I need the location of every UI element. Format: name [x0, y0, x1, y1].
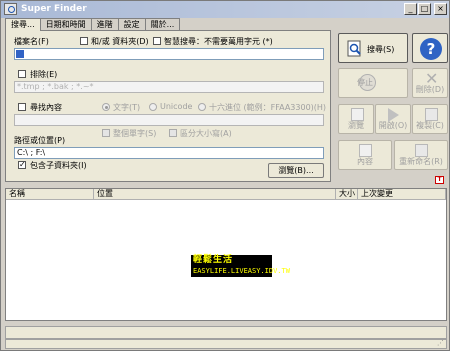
browse-result-label: 瀏覽 — [348, 121, 364, 130]
tab-search[interactable]: 搜尋... — [5, 18, 41, 31]
title-bar: Super Finder _ □ × — [1, 1, 449, 18]
tab-date-time[interactable]: 日期和時間 — [39, 18, 92, 30]
rename-button[interactable]: 重新命名(R) — [394, 140, 448, 170]
smart-search-label: 智慧搜尋：不需要萬用字元 (*) — [164, 37, 273, 46]
help-button[interactable]: ? — [412, 33, 448, 63]
delete-button-label: 刪除(D) — [415, 85, 445, 94]
browse-result-button[interactable]: 瀏覽 — [338, 104, 374, 134]
folders-checkbox[interactable] — [80, 37, 88, 45]
status-bar — [5, 326, 447, 339]
filename-input[interactable] — [14, 48, 324, 60]
column-header-modified[interactable]: 上次變更 — [358, 189, 446, 200]
watermark-url: EASYLIFE.LIVEASY.IDV.TW — [193, 267, 290, 275]
status-bar-secondary: ⋰ — [5, 339, 447, 349]
search-button[interactable]: 搜尋(S) — [338, 33, 408, 63]
close-button[interactable]: × — [434, 3, 447, 15]
minimize-button[interactable]: _ — [404, 3, 417, 15]
open-button[interactable]: 開啟(O) — [375, 104, 411, 134]
content-input[interactable] — [14, 114, 324, 126]
app-icon — [4, 3, 17, 15]
results-list[interactable]: 名稱 位置 大小 上次變更 輕鬆生活 EASYLIFE.LIVEASY.IDV.… — [5, 188, 447, 321]
column-header-name[interactable]: 名稱 — [6, 189, 94, 200]
folders-label: 和/或 資料夾(D) — [91, 37, 149, 46]
find-content-label: 尋找內容 — [30, 103, 62, 112]
browse-path-button[interactable]: 瀏覽(B)... — [268, 163, 324, 178]
font-toggle-icon[interactable]: T — [435, 176, 444, 184]
case-sensitive-label: 區分大小寫(A) — [180, 129, 232, 138]
stop-button[interactable]: 停止 — [338, 68, 408, 98]
case-sensitive-checkbox[interactable] — [169, 129, 177, 137]
unicode-radio[interactable] — [149, 103, 157, 111]
search-icon — [347, 40, 361, 57]
text-cursor-marker — [16, 50, 24, 58]
whole-word-label: 整個單字(S) — [113, 129, 157, 138]
column-header-size[interactable]: 大小 — [336, 189, 358, 200]
hex-radio-label: 十六進位 (範例：FFAA3300)(H) — [209, 103, 327, 112]
copy-button-label: 複製(C) — [416, 121, 444, 130]
delete-button[interactable]: ✕ 刪除(D) — [412, 68, 448, 98]
maximize-button[interactable]: □ — [418, 3, 431, 15]
tab-settings[interactable]: 設定 — [117, 18, 146, 30]
tab-advanced[interactable]: 進階 — [90, 18, 119, 30]
column-header-location[interactable]: 位置 — [94, 189, 336, 200]
main-window: Super Finder _ □ × 搜尋... 日期和時間 進階 設定 關於.… — [0, 0, 450, 351]
search-button-label: 搜尋(S) — [367, 45, 395, 54]
find-content-checkbox[interactable] — [18, 103, 26, 111]
watermark-logo: 輕鬆生活 EASYLIFE.LIVEASY.IDV.TW — [191, 255, 290, 277]
filename-label: 檔案名(F) — [14, 37, 49, 46]
exclude-label: 排除(E) — [30, 70, 58, 79]
unicode-radio-label: Unicode — [160, 102, 193, 111]
exclude-checkbox[interactable] — [18, 70, 26, 78]
open-button-label: 開啟(O) — [378, 121, 408, 130]
window-title: Super Finder — [21, 4, 87, 14]
resize-grip-icon[interactable]: ⋰ — [437, 339, 444, 347]
rename-button-label: 重新命名(R) — [399, 157, 443, 166]
smart-search-checkbox[interactable] — [153, 37, 161, 45]
whole-word-checkbox[interactable] — [102, 129, 110, 137]
text-radio[interactable] — [102, 103, 110, 111]
hex-radio[interactable] — [198, 103, 206, 111]
path-label: 路徑或位置(P) — [14, 136, 66, 145]
properties-button-label: 內容 — [357, 157, 373, 166]
subfolders-label: 包含子資料夾(I) — [30, 161, 87, 170]
search-panel: 檔案名(F) 和/或 資料夾(D) 智慧搜尋：不需要萬用字元 (*) 排除(E)… — [5, 30, 331, 182]
properties-button[interactable]: 內容 — [338, 140, 392, 170]
exclude-input[interactable]: *.tmp ; *.bak ; *.~* — [14, 81, 324, 93]
subfolders-checkbox[interactable] — [18, 160, 26, 169]
path-input[interactable]: C:\ ; F:\ — [14, 147, 324, 159]
text-radio-label: 文字(T) — [113, 103, 141, 112]
copy-button[interactable]: 複製(C) — [412, 104, 448, 134]
help-icon: ? — [420, 38, 442, 60]
watermark-title: 輕鬆生活 — [193, 255, 234, 265]
tab-about[interactable]: 關於... — [144, 18, 181, 30]
